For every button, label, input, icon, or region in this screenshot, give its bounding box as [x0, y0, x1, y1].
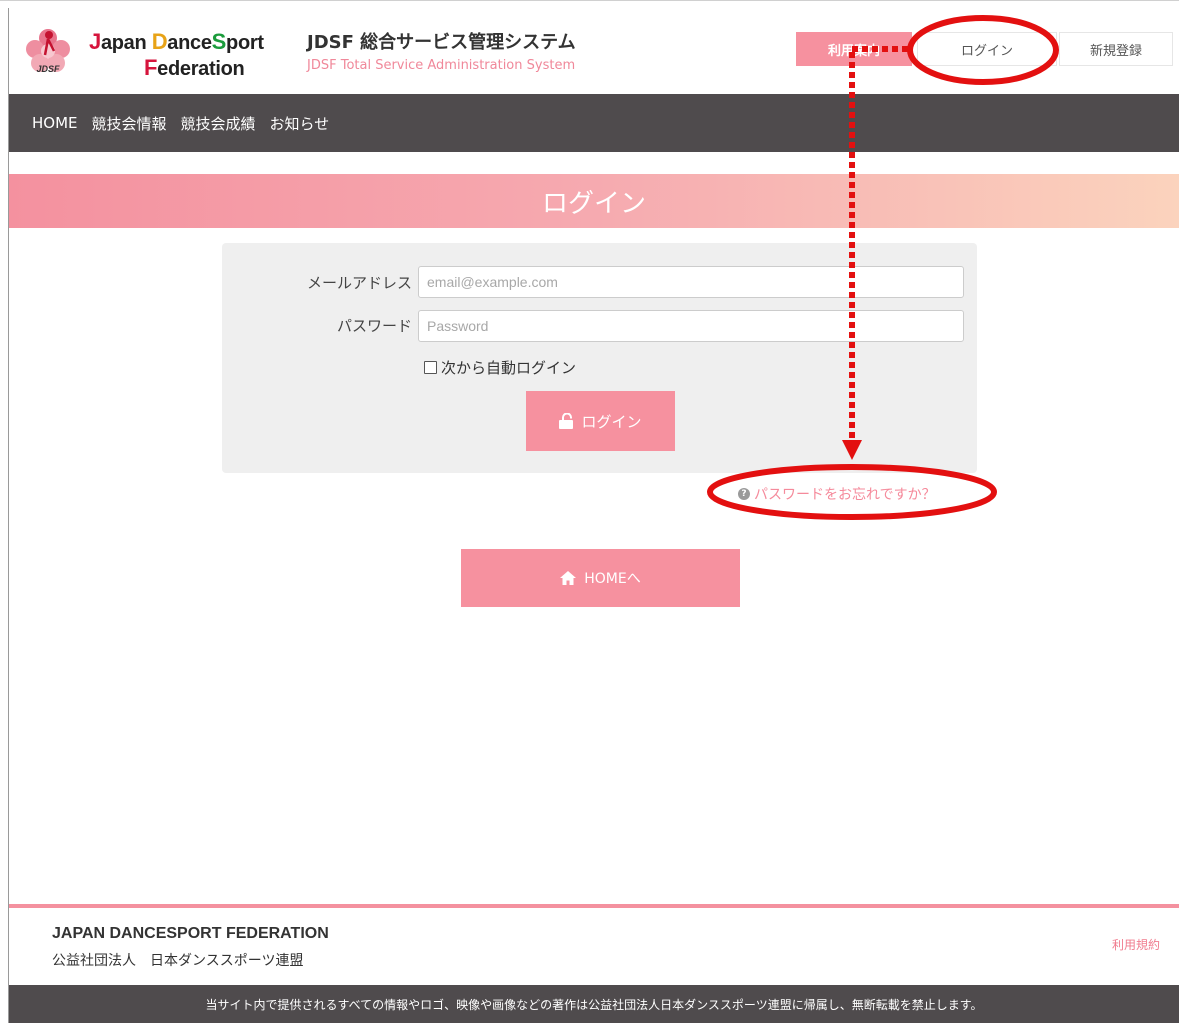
- unlock-icon: [559, 413, 574, 429]
- forgot-password-link[interactable]: ? パスワードをお忘れですか？: [738, 484, 936, 504]
- home-icon: [560, 571, 577, 585]
- home-button[interactable]: HOMEへ: [461, 549, 740, 607]
- terms-link[interactable]: 利用規約: [1112, 936, 1160, 953]
- copyright-bar: 当サイト内で提供されるすべての情報やロゴ、映像や画像などの著作は公益社団法人日本…: [9, 985, 1179, 1023]
- brand-line-1: Japan DanceSport: [89, 30, 264, 55]
- password-label: パスワード: [336, 317, 412, 335]
- auto-login-label: 次から自動ログイン: [441, 359, 577, 377]
- register-button[interactable]: 新規登録: [1059, 32, 1173, 66]
- system-title: JDSF 総合サービス管理システム: [307, 32, 576, 53]
- footer-org-japanese: 公益社団法人 日本ダンススポーツ連盟: [52, 953, 304, 969]
- main-nav: HOME 競技会情報 競技会成績 お知らせ: [9, 94, 1179, 152]
- home-button-label: HOMEへ: [584, 571, 641, 587]
- system-subtitle: JDSF Total Service Administration System: [307, 58, 576, 73]
- logo-text: JDSF: [36, 64, 60, 74]
- footer-divider: [9, 904, 1179, 908]
- brand-letter-j: J: [89, 29, 101, 54]
- brand-letter-f: F: [144, 55, 158, 80]
- brand-word-port: port: [226, 32, 264, 54]
- brand-word-apan: apan: [100, 32, 152, 54]
- question-circle-icon: ?: [738, 488, 750, 500]
- annotation-overlay: [707, 15, 1059, 520]
- nav-item-news[interactable]: お知らせ: [270, 113, 330, 134]
- footer-org-name: JAPAN DANCESPORT FEDERATION: [52, 925, 329, 942]
- login-submit-button[interactable]: ログイン: [526, 391, 675, 451]
- forgot-password-label: パスワードをお忘れですか？: [754, 487, 936, 503]
- brand-name[interactable]: Japan DanceSport Federation: [89, 30, 264, 81]
- nav-item-competition-info[interactable]: 競技会情報: [92, 113, 167, 134]
- window-frame-top: [0, 0, 1179, 8]
- nav-item-home[interactable]: HOME: [32, 114, 78, 132]
- brand-line-2: Federation: [144, 55, 245, 81]
- password-field[interactable]: [418, 310, 964, 342]
- window-left-border: [8, 8, 9, 1023]
- auto-login-option[interactable]: 次から自動ログイン: [424, 357, 576, 378]
- brand-word-ance: ance: [167, 32, 212, 54]
- auto-login-checkbox[interactable]: [424, 361, 437, 374]
- site-header: JDSF Japan DanceSport Federation JDSF 総合…: [9, 8, 1179, 94]
- header-login-button[interactable]: ログイン: [917, 32, 1057, 66]
- login-submit-label: ログイン: [581, 412, 642, 431]
- email-label: メールアドレス: [306, 274, 412, 292]
- login-form-panel: メールアドレス パスワード 次から自動ログイン ログイン: [222, 243, 977, 473]
- brand-letter-d: D: [151, 29, 168, 54]
- page-title-banner: ログイン: [9, 174, 1179, 228]
- guide-button[interactable]: 利用案内: [796, 32, 912, 66]
- cherry-blossom-logo-icon: JDSF: [26, 29, 70, 74]
- email-field[interactable]: [418, 266, 964, 298]
- jdsf-logo[interactable]: JDSF: [24, 25, 72, 79]
- brand-word-ederation: ederation: [157, 58, 245, 80]
- nav-item-competition-results[interactable]: 競技会成績: [181, 113, 256, 134]
- brand-letter-s: S: [211, 29, 227, 54]
